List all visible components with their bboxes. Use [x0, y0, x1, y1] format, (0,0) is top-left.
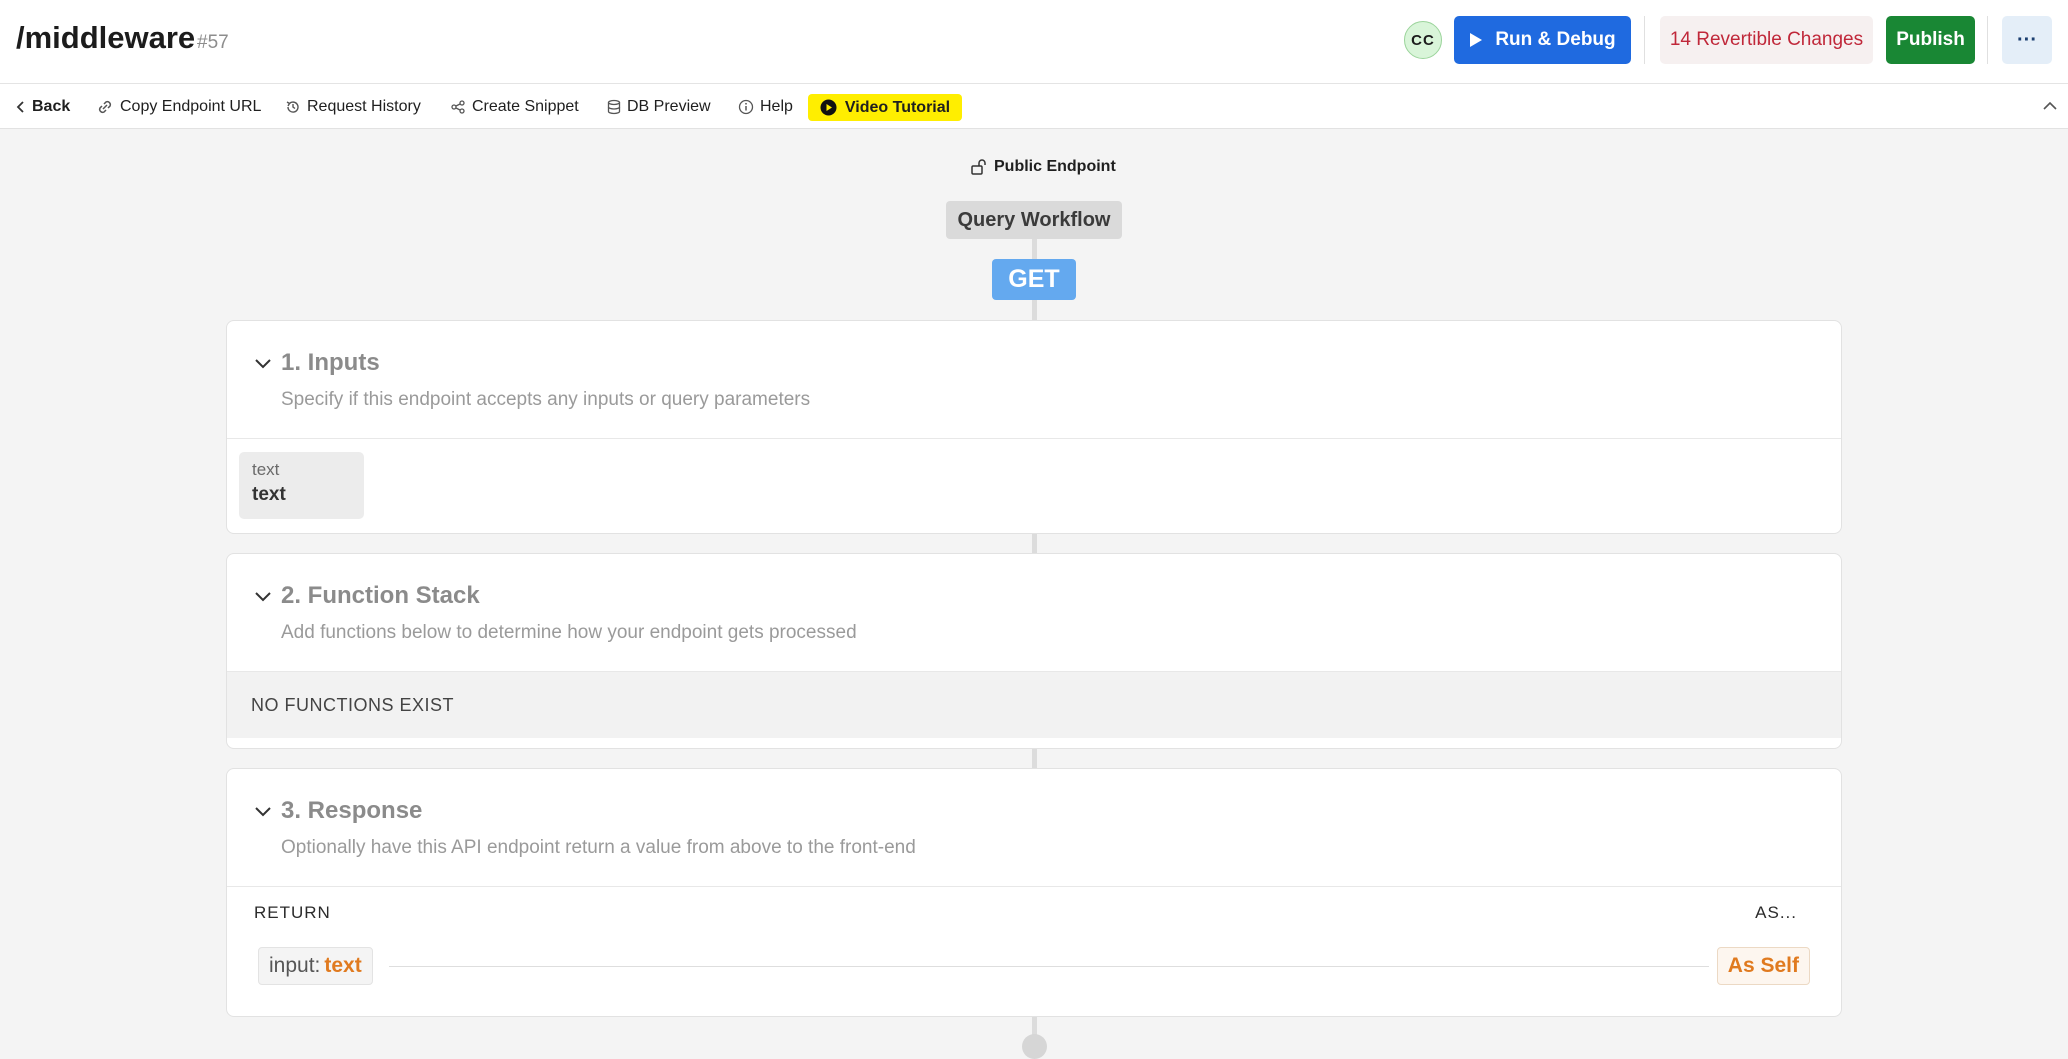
return-value-name: text [324, 954, 362, 977]
database-icon [607, 99, 621, 114]
function-stack-description: Add functions below to determine how you… [281, 622, 857, 643]
response-card: 3. Response Optionally have this API end… [226, 768, 1842, 1017]
endpoint-id: #57 [197, 32, 229, 53]
inputs-title: 1. Inputs [281, 349, 380, 376]
run-debug-label: Run & Debug [1495, 29, 1616, 50]
public-endpoint-toggle[interactable]: Public Endpoint [970, 155, 1116, 179]
history-label: Request History [307, 97, 421, 115]
link-icon [98, 100, 112, 113]
snippet-label: Create Snippet [472, 97, 579, 115]
chevron-left-icon [16, 100, 24, 113]
http-method-badge[interactable]: GET [992, 259, 1076, 300]
copy-endpoint-url-button[interactable]: Copy Endpoint URL [96, 84, 261, 129]
back-label: Back [32, 97, 71, 115]
query-workflow-label: Query Workflow [946, 201, 1122, 239]
response-card-header[interactable]: 3. Response Optionally have this API end… [227, 769, 1841, 887]
revertible-changes-button[interactable]: 14 Revertible Changes [1660, 16, 1873, 64]
chevron-down-icon[interactable] [253, 805, 273, 819]
response-title: 3. Response [281, 797, 423, 824]
run-debug-button[interactable]: Run & Debug [1454, 16, 1631, 64]
page-title: /middleware [16, 20, 196, 55]
divider [1987, 16, 1988, 64]
function-stack-card-header[interactable]: 2. Function Stack Add functions below to… [227, 554, 1841, 672]
divider [1644, 16, 1645, 64]
chevron-down-icon[interactable] [253, 590, 273, 604]
no-functions-placeholder[interactable]: NO FUNCTIONS EXIST [227, 672, 1841, 738]
function-stack-title: 2. Function Stack [281, 582, 480, 609]
return-header: RETURN [254, 903, 331, 922]
inputs-card-header[interactable]: 1. Inputs Specify if this endpoint accep… [227, 321, 1841, 439]
video-tutorial-button[interactable]: Video Tutorial [808, 94, 962, 121]
info-icon [738, 99, 754, 114]
workflow-end-node[interactable] [1022, 1034, 1047, 1059]
play-icon [1470, 33, 1483, 47]
publish-button[interactable]: Publish [1886, 16, 1975, 64]
input-type: text [252, 460, 280, 479]
back-button[interactable]: Back [16, 84, 70, 129]
copy-url-label: Copy Endpoint URL [120, 97, 262, 115]
public-endpoint-label: Public Endpoint [994, 158, 1116, 175]
inputs-description: Specify if this endpoint accepts any inp… [281, 389, 811, 410]
chevron-down-icon[interactable] [253, 357, 273, 371]
chevron-up-icon[interactable] [2040, 96, 2060, 116]
input-item[interactable]: text text [239, 452, 364, 519]
help-button[interactable]: Help [738, 84, 793, 129]
response-divider-line [389, 966, 1709, 967]
as-header: AS... [1755, 903, 1797, 922]
create-snippet-button[interactable]: Create Snippet [450, 84, 579, 129]
db-preview-button[interactable]: DB Preview [607, 84, 711, 129]
response-column-headers: RETURN AS... [227, 887, 1841, 937]
help-label: Help [760, 97, 793, 115]
unlock-icon [971, 159, 986, 175]
more-icon: ··· [2017, 28, 2037, 51]
more-options-button[interactable]: ··· [2002, 16, 2052, 64]
request-history-button[interactable]: Request History [285, 84, 421, 129]
return-value-chip[interactable]: input: text [258, 947, 373, 985]
inputs-card: 1. Inputs Specify if this endpoint accep… [226, 320, 1842, 534]
header: /middleware #57 CC Run & Debug 14 Revert… [0, 0, 2068, 84]
share-icon [451, 99, 465, 114]
db-preview-label: DB Preview [627, 97, 711, 115]
avatar[interactable]: CC [1404, 21, 1442, 59]
return-value-key: input: [269, 954, 321, 977]
toolbar: Back Copy Endpoint URL Request History C… [0, 84, 2068, 129]
function-stack-card: 2. Function Stack Add functions below to… [226, 553, 1842, 749]
play-circle-icon [820, 99, 837, 116]
history-icon [286, 100, 299, 113]
as-self-chip[interactable]: As Self [1716, 947, 1810, 985]
video-tutorial-label: Video Tutorial [844, 98, 951, 116]
input-name: text [252, 484, 286, 505]
response-description: Optionally have this API endpoint return… [281, 837, 916, 858]
connector-line [1032, 747, 1037, 770]
